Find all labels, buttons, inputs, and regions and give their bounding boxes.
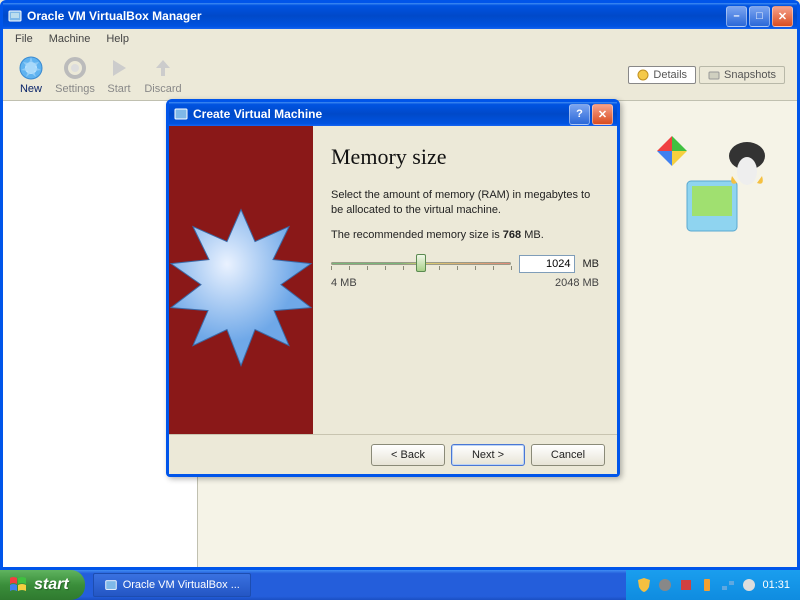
dialog-title: Create Virtual Machine <box>193 107 569 121</box>
dialog-heading: Memory size <box>331 144 599 170</box>
new-icon <box>17 54 45 82</box>
usb-icon <box>699 577 715 593</box>
dialog-help-button[interactable]: ? <box>569 104 590 125</box>
virtualbox-icon <box>173 106 189 122</box>
windows-logo-icon <box>8 575 28 595</box>
toolbar-discard[interactable]: Discard <box>141 54 185 95</box>
start-label: start <box>34 576 69 594</box>
tray-icon <box>657 577 673 593</box>
start-icon <box>105 54 133 82</box>
maximize-button[interactable]: □ <box>749 6 770 27</box>
menu-file[interactable]: File <box>7 31 41 47</box>
create-vm-dialog: Create Virtual Machine ? ✕ Memory size S… <box>166 99 620 477</box>
virtualbox-icon <box>7 8 23 24</box>
dialog-titlebar[interactable]: Create Virtual Machine ? ✕ <box>169 102 617 126</box>
right-tabs: Details Snapshots <box>628 66 785 84</box>
back-button[interactable]: < Back <box>371 444 445 466</box>
dialog-banner <box>169 126 313 434</box>
virtualbox-icon <box>104 578 118 592</box>
details-icon <box>637 69 649 81</box>
starburst-icon <box>169 193 313 383</box>
memory-unit: MB <box>583 258 600 270</box>
toolbar-new[interactable]: New <box>9 54 53 95</box>
discard-icon <box>149 54 177 82</box>
window-controls: – □ ✕ <box>726 6 793 27</box>
dialog-buttons: < Back Next > Cancel <box>169 434 617 474</box>
camera-icon <box>708 69 720 81</box>
slider-thumb[interactable] <box>416 254 426 272</box>
network-icon <box>720 577 736 593</box>
memory-input[interactable] <box>519 255 575 273</box>
dialog-instruction: Select the amount of memory (RAM) in meg… <box>331 188 599 218</box>
menu-machine[interactable]: Machine <box>41 31 99 47</box>
toolbar-settings[interactable]: Settings <box>53 54 97 95</box>
tab-details-label: Details <box>653 69 687 81</box>
welcome-illustration <box>637 121 777 241</box>
toolbar-discard-label: Discard <box>144 83 181 95</box>
system-tray[interactable]: 01:31 <box>626 570 800 600</box>
main-titlebar[interactable]: Oracle VM VirtualBox Manager – □ ✕ <box>3 3 797 29</box>
menu-help[interactable]: Help <box>98 31 137 47</box>
tab-snapshots[interactable]: Snapshots <box>699 66 785 84</box>
tab-details[interactable]: Details <box>628 66 696 84</box>
slider-range-labels: 4 MB 2048 MB <box>331 277 599 289</box>
close-button[interactable]: ✕ <box>772 6 793 27</box>
tab-snapshots-label: Snapshots <box>724 69 776 81</box>
minimize-button[interactable]: – <box>726 6 747 27</box>
toolbar-start[interactable]: Start <box>97 54 141 95</box>
next-button[interactable]: Next > <box>451 444 525 466</box>
memory-slider-row: MB <box>331 253 599 275</box>
clock[interactable]: 01:31 <box>762 579 790 591</box>
toolbar-start-label: Start <box>107 83 130 95</box>
dialog-recommendation: The recommended memory size is 768 MB. <box>331 228 599 243</box>
dialog-close-button[interactable]: ✕ <box>592 104 613 125</box>
toolbar: New Settings Start Discard Details <box>3 49 797 101</box>
memory-slider[interactable] <box>331 253 511 275</box>
taskbar-item-virtualbox[interactable]: Oracle VM VirtualBox ... <box>93 573 251 597</box>
menubar: File Machine Help <box>3 29 797 49</box>
tray-icon <box>678 577 694 593</box>
taskbar-item-label: Oracle VM VirtualBox ... <box>123 579 240 591</box>
toolbar-new-label: New <box>20 83 42 95</box>
gear-icon <box>61 54 89 82</box>
cancel-button[interactable]: Cancel <box>531 444 605 466</box>
slider-min-label: 4 MB <box>331 277 357 289</box>
start-button[interactable]: start <box>0 570 85 600</box>
slider-max-label: 2048 MB <box>555 277 599 289</box>
toolbar-settings-label: Settings <box>55 83 95 95</box>
taskbar: start Oracle VM VirtualBox ... 01:31 <box>0 570 800 600</box>
shield-icon <box>636 577 652 593</box>
dialog-content: Memory size Select the amount of memory … <box>313 126 617 434</box>
volume-icon <box>741 577 757 593</box>
main-window-title: Oracle VM VirtualBox Manager <box>27 9 726 23</box>
